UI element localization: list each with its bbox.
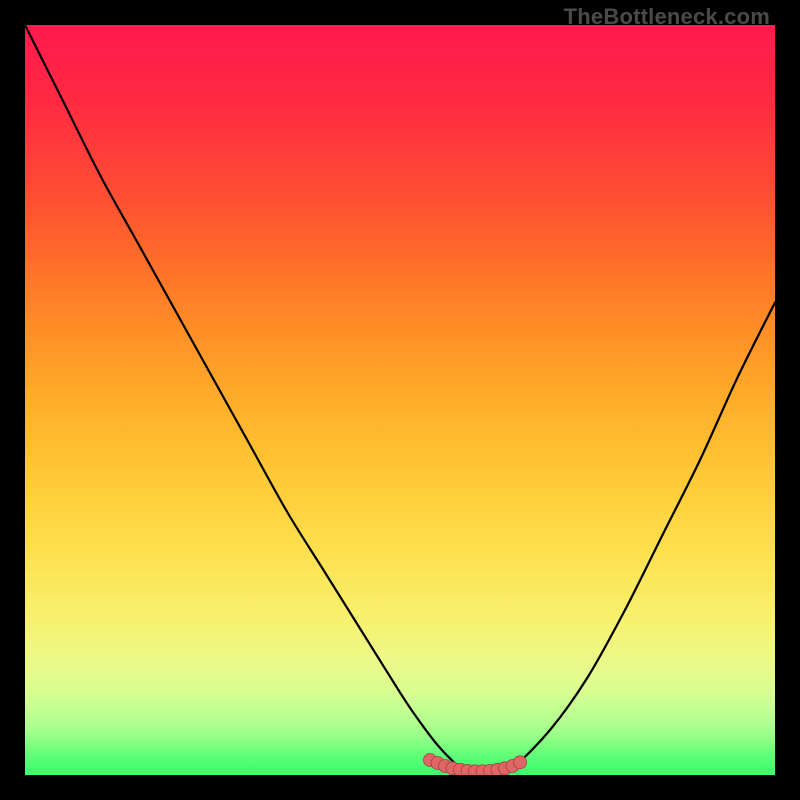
watermark-text: TheBottleneck.com (564, 4, 770, 30)
marker-dot (514, 756, 527, 769)
bottleneck-curve (25, 25, 775, 775)
highlight-band (424, 754, 527, 776)
plot-overlay (25, 25, 775, 775)
plot-frame (25, 25, 775, 775)
